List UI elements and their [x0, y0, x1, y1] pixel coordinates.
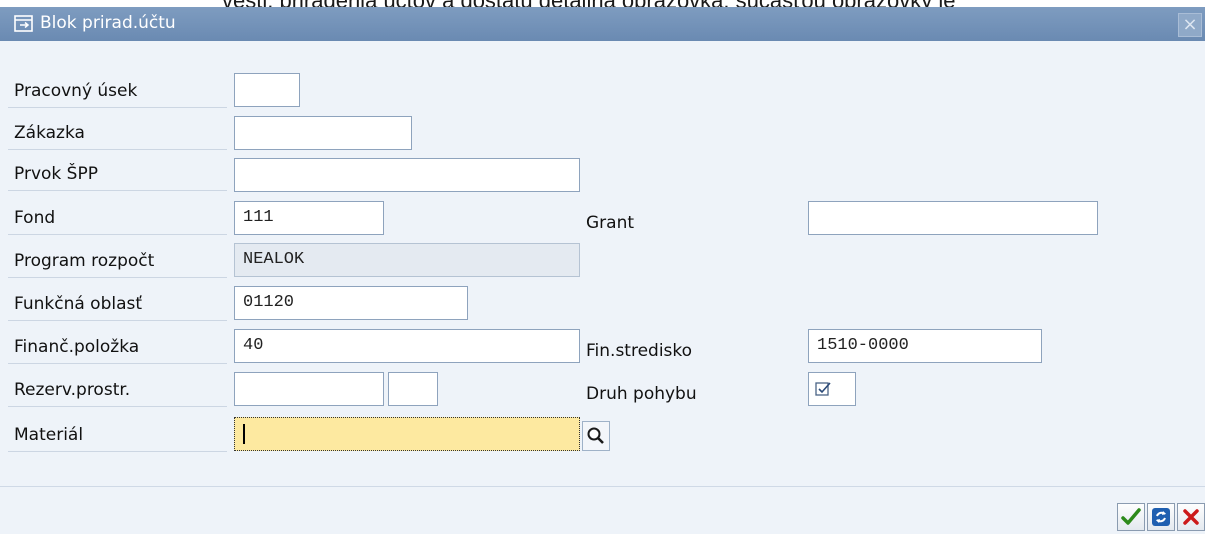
- label-functional-area: Funkčná oblasť: [8, 287, 227, 321]
- material-input[interactable]: [234, 417, 580, 451]
- account-assignment-dialog: Blok prirad.účtu × Pracovný úsek Zákazka…: [0, 7, 1205, 534]
- earmarked-funds-item-input[interactable]: [388, 372, 438, 406]
- functional-area-input[interactable]: 01120: [234, 286, 468, 320]
- checkmark-icon: [1121, 508, 1141, 525]
- fin-center-input[interactable]: 1510-0000: [808, 329, 1042, 363]
- earmarked-funds-input[interactable]: [234, 372, 384, 406]
- refresh-icon: [1152, 508, 1170, 526]
- dialog-icon: [14, 15, 33, 32]
- label-budget-program: Program rozpočt: [8, 244, 227, 278]
- label-earmarked-funds: Rezerv.prostr.: [8, 373, 227, 407]
- footer-separator: [0, 486, 1205, 487]
- close-button[interactable]: ×: [1178, 13, 1202, 37]
- close-icon: ×: [1182, 14, 1198, 35]
- wbs-element-input[interactable]: [234, 158, 580, 192]
- label-work-section: Pracovný úsek: [8, 74, 227, 108]
- search-help-button[interactable]: [582, 421, 610, 451]
- label-order: Zákazka: [8, 116, 227, 150]
- confirm-button[interactable]: [1117, 503, 1145, 531]
- budget-program-field: NEALOK: [234, 243, 580, 277]
- grant-input[interactable]: [808, 201, 1098, 235]
- refresh-button[interactable]: [1147, 503, 1175, 531]
- label-fin-center: Fin.stredisko: [586, 341, 693, 361]
- label-movement-type: Druh pohybu: [586, 384, 697, 404]
- label-fund: Fond: [8, 201, 227, 235]
- label-material: Materiál: [8, 418, 227, 452]
- search-help-icon: [587, 427, 604, 444]
- commitment-item-input[interactable]: 40: [234, 329, 580, 363]
- label-wbs-element: Prvok ŠPP: [8, 157, 227, 191]
- label-commitment-item: Finanč.položka: [8, 330, 227, 364]
- work-section-input[interactable]: [234, 73, 300, 107]
- dialog-titlebar: Blok prirad.účtu ×: [0, 7, 1205, 41]
- dialog-title: Blok prirad.účtu: [40, 13, 176, 33]
- cancel-button[interactable]: [1177, 503, 1205, 531]
- fund-input[interactable]: 111: [234, 201, 384, 235]
- label-grant: Grant: [586, 213, 635, 233]
- cancel-icon: [1183, 509, 1199, 525]
- text-cursor: [243, 424, 245, 444]
- checkbox-icon: [815, 382, 831, 396]
- order-input[interactable]: [234, 116, 412, 150]
- movement-type-checkbox[interactable]: [808, 372, 856, 406]
